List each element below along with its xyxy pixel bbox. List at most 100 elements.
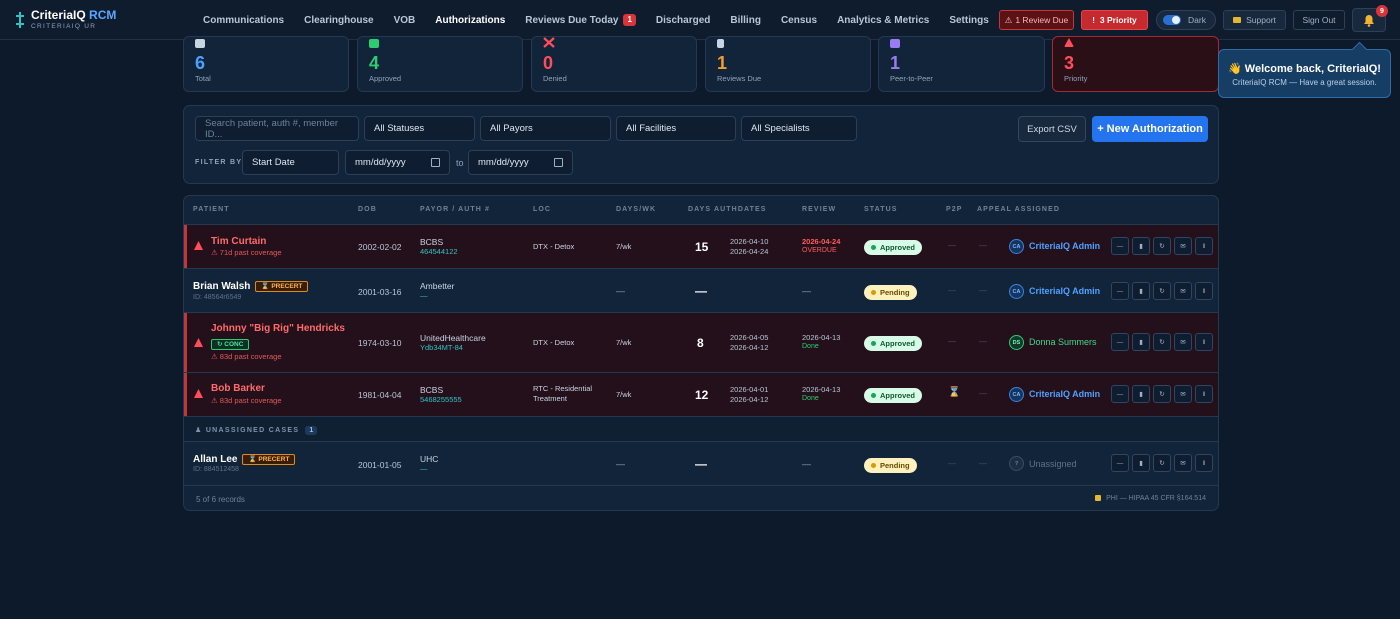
nav-vob[interactable]: VOB: [384, 0, 426, 40]
date-to-input[interactable]: mm/dd/yyyy: [468, 150, 573, 175]
brand[interactable]: CriteriaIQ RCM CRITERIAIQ UR: [16, 9, 116, 31]
facility-select[interactable]: All Facilities: [616, 116, 736, 141]
assignee-name[interactable]: CriteriaIQ Admin: [1029, 286, 1100, 296]
stat-value: 0: [543, 53, 554, 73]
col-status[interactable]: STATUS: [864, 206, 898, 213]
logo-icon: [16, 12, 24, 28]
date-from-input[interactable]: mm/dd/yyyy: [345, 150, 450, 175]
stat-card-priority[interactable]: 3 Priority: [1052, 36, 1219, 92]
attach-icon[interactable]: ▮: [1132, 237, 1150, 255]
stat-card-peer-to-peer[interactable]: 1 Peer-to-Peer: [878, 36, 1045, 92]
nav-authorizations[interactable]: Authorizations: [425, 0, 516, 41]
minus-icon[interactable]: —: [1111, 282, 1129, 300]
col-loc[interactable]: LOC: [533, 206, 551, 213]
date-field-select[interactable]: Start Date: [242, 150, 339, 175]
table-row[interactable]: Brian Walsh ⌛ PRECERT ID: 48564r6549 2001…: [184, 269, 1218, 313]
patient-name[interactable]: Allan Lee: [193, 454, 237, 465]
refresh-icon[interactable]: ↻: [1153, 237, 1171, 255]
mail-icon[interactable]: ✉: [1174, 333, 1192, 351]
toggle-switch-icon: [1163, 15, 1181, 25]
appeal: —: [979, 241, 987, 250]
col-days-authdates[interactable]: DAYS AUTHDATES: [688, 206, 767, 213]
table-row[interactable]: Johnny "Big Rig" Hendricks ↻ CONC ⚠ 83d …: [184, 313, 1218, 373]
col-p2p[interactable]: P2P: [946, 206, 963, 213]
attach-icon[interactable]: ▮: [1132, 333, 1150, 351]
refresh-icon[interactable]: ↻: [1153, 333, 1171, 351]
patient-name[interactable]: Brian Walsh: [193, 281, 250, 292]
support-button[interactable]: Support: [1223, 10, 1286, 30]
notifications-button[interactable]: 9: [1352, 5, 1388, 32]
stat-label: Approved: [369, 74, 402, 83]
priority-button[interactable]: ! 3 Priority: [1081, 10, 1148, 30]
patient-name[interactable]: Tim Curtain: [211, 236, 266, 247]
pause-icon[interactable]: ‖: [1195, 282, 1213, 300]
minus-icon[interactable]: —: [1111, 237, 1129, 255]
col-days-wk[interactable]: DAYS/WK: [616, 206, 656, 213]
to-label: to: [456, 158, 464, 168]
specialist-select[interactable]: All Specialists: [741, 116, 857, 141]
nav-reviews-due-today[interactable]: Reviews Due Today 1: [515, 0, 646, 40]
mail-icon[interactable]: ✉: [1174, 385, 1192, 403]
payor-cell: UHC —: [420, 454, 438, 474]
nav-discharged[interactable]: Discharged: [646, 0, 720, 40]
col-patient[interactable]: PATIENT: [193, 206, 230, 213]
table-row[interactable]: Tim Curtain ⚠ 71d past coverage 2002-02-…: [184, 225, 1218, 269]
priority-label: 3 Priority: [1099, 15, 1137, 25]
stat-card-total[interactable]: 6 Total: [183, 36, 349, 92]
hourglass-icon[interactable]: ⌛: [948, 387, 960, 398]
reviews-due-badge: 1: [623, 14, 636, 26]
nav-billing[interactable]: Billing: [720, 0, 771, 40]
coverage-warning: ⚠ 83d past coverage: [211, 352, 282, 361]
table-row[interactable]: Bob Barker ⚠ 83d past coverage 1981-04-0…: [184, 373, 1218, 417]
assignee-name[interactable]: CriteriaIQ Admin: [1029, 241, 1100, 251]
mail-icon[interactable]: ✉: [1174, 282, 1192, 300]
welcome-toast[interactable]: 👋 Welcome back, CriteriaIQ! CriteriaIQ R…: [1218, 49, 1391, 98]
col-dob[interactable]: DOB: [358, 206, 377, 213]
mail-icon[interactable]: ✉: [1174, 454, 1192, 472]
export-csv-button[interactable]: Export CSV: [1018, 116, 1086, 142]
stat-card-reviews-due[interactable]: 1 Reviews Due: [705, 36, 871, 92]
new-authorization-button[interactable]: + New Authorization: [1092, 116, 1208, 142]
review-note: OVERDUE: [802, 247, 837, 254]
sign-out-button[interactable]: Sign Out: [1293, 10, 1345, 30]
refresh-icon[interactable]: ↻: [1153, 454, 1171, 472]
mail-icon[interactable]: ✉: [1174, 237, 1192, 255]
nav-analytics[interactable]: Analytics & Metrics: [827, 0, 939, 40]
stat-card-denied[interactable]: 0 Denied: [531, 36, 697, 92]
nav-census[interactable]: Census: [771, 0, 827, 40]
col-appeal-assigned[interactable]: APPEAL ASSIGNED: [977, 206, 1060, 213]
table-row[interactable]: Allan Lee ⌛ PRECERT ID: 884512458 2001-01…: [184, 442, 1218, 486]
minus-icon[interactable]: —: [1111, 333, 1129, 351]
stat-card-approved[interactable]: 4 Approved: [357, 36, 523, 92]
search-input[interactable]: Search patient, auth #, member ID...: [195, 116, 359, 141]
pause-icon[interactable]: ‖: [1195, 385, 1213, 403]
nav-settings[interactable]: Settings: [939, 0, 998, 40]
minus-icon[interactable]: —: [1111, 385, 1129, 403]
unassigned-group-header[interactable]: ♟ UNASSIGNED CASES 1: [184, 417, 1218, 442]
pause-icon[interactable]: ‖: [1195, 237, 1213, 255]
review-date: 2026-04-24: [802, 237, 841, 246]
days-per-week: —: [616, 286, 625, 296]
assignee-name[interactable]: CriteriaIQ Admin: [1029, 389, 1100, 399]
pause-icon[interactable]: ‖: [1195, 333, 1213, 351]
minus-icon[interactable]: —: [1111, 454, 1129, 472]
status-badge: Approved: [864, 336, 923, 351]
patient-name[interactable]: Johnny "Big Rig" Hendricks: [211, 323, 345, 334]
attach-icon[interactable]: ▮: [1132, 385, 1150, 403]
payor-select[interactable]: All Payors: [480, 116, 611, 141]
assignee-name[interactable]: Unassigned: [1029, 459, 1077, 469]
theme-toggle[interactable]: Dark: [1156, 10, 1216, 30]
assignee-name[interactable]: Donna Summers: [1029, 337, 1097, 347]
nav-communications[interactable]: Communications: [193, 0, 294, 40]
refresh-icon[interactable]: ↻: [1153, 385, 1171, 403]
pause-icon[interactable]: ‖: [1195, 454, 1213, 472]
col-review[interactable]: REVIEW: [802, 206, 836, 213]
review-due-button[interactable]: ⚠ 1 Review Due: [999, 10, 1074, 30]
status-select[interactable]: All Statuses: [364, 116, 475, 141]
patient-name[interactable]: Bob Barker: [211, 383, 265, 394]
attach-icon[interactable]: ▮: [1132, 282, 1150, 300]
attach-icon[interactable]: ▮: [1132, 454, 1150, 472]
col-payor[interactable]: PAYOR / AUTH #: [420, 206, 490, 213]
nav-clearinghouse[interactable]: Clearinghouse: [294, 0, 383, 40]
refresh-icon[interactable]: ↻: [1153, 282, 1171, 300]
